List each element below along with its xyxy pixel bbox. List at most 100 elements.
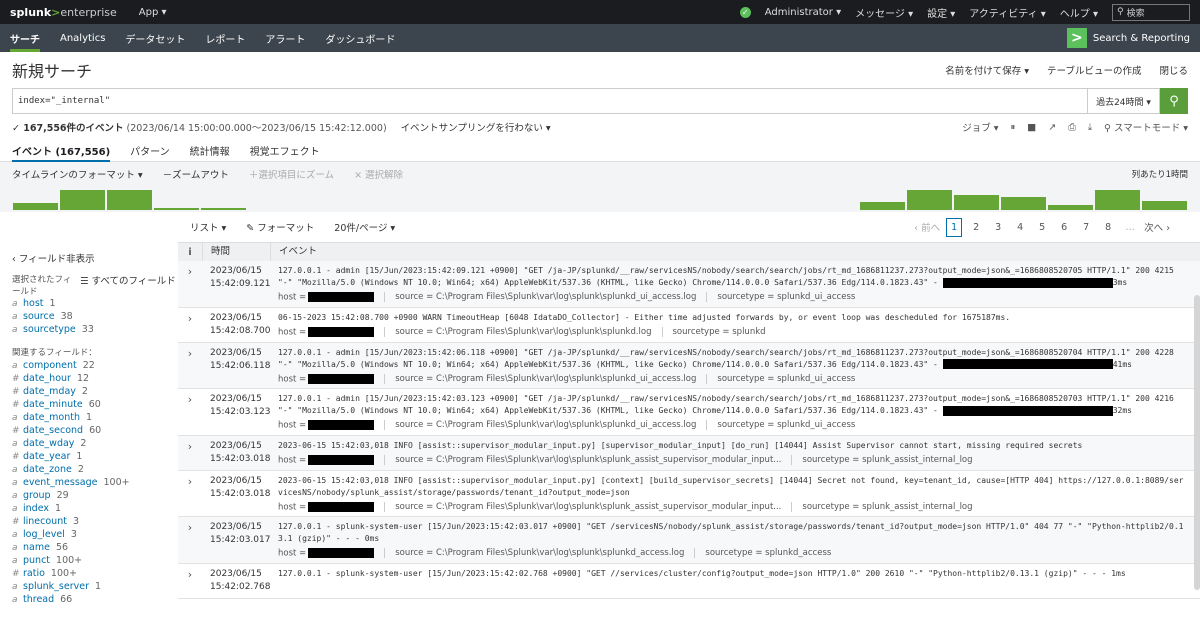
user-menu[interactable]: Administrator ▾	[765, 7, 841, 18]
timeline-bar[interactable]	[201, 208, 247, 210]
timeline-bar[interactable]	[859, 202, 905, 210]
global-search-input[interactable]: ⚲ 検索	[1112, 3, 1190, 21]
page-3[interactable]: 3	[990, 222, 1006, 233]
nav-datasets[interactable]: データセット	[125, 24, 185, 52]
sourcetype-field[interactable]: sourcetype = splunkd_ui_access	[717, 374, 855, 384]
pause-icon[interactable]: ⏸	[1010, 122, 1015, 133]
field-host[interactable]: a host 1	[12, 297, 178, 310]
field-ratio[interactable]: # ratio 100+	[12, 567, 178, 580]
field-date_wday[interactable]: a date_wday 2	[12, 437, 178, 450]
health-ok-icon[interactable]: ✓	[739, 6, 751, 18]
expand-chevron-icon[interactable]: ›	[178, 521, 202, 559]
scrollbar[interactable]	[1194, 295, 1200, 590]
expand-chevron-icon[interactable]: ›	[178, 347, 202, 385]
search-mode-dropdown[interactable]: ⚲ スマートモード ▾	[1104, 120, 1188, 134]
tab-patterns[interactable]: パターン	[130, 140, 170, 161]
create-table-button[interactable]: テーブルビューの作成	[1047, 63, 1141, 77]
expand-chevron-icon[interactable]: ›	[178, 393, 202, 431]
hide-fields-button[interactable]: ‹ フィールド非表示	[12, 244, 178, 271]
per-page-menu[interactable]: 20件/ページ ▾	[334, 220, 395, 234]
timeline-format-menu[interactable]: タイムラインのフォーマット ▾	[12, 167, 143, 181]
source-field[interactable]: source = C:\Program Files\Splunk\var\log…	[395, 548, 684, 558]
next-page-button[interactable]: 次へ ›	[1144, 220, 1170, 234]
field-date_zone[interactable]: a date_zone 2	[12, 463, 178, 476]
host-field[interactable]: host =	[278, 292, 375, 303]
nav-dashboards[interactable]: ダッシュボード	[325, 24, 395, 52]
field-date_month[interactable]: a date_month 1	[12, 411, 178, 424]
nav-alerts[interactable]: アラート	[265, 24, 305, 52]
page-2[interactable]: 2	[968, 222, 984, 233]
page-1[interactable]: 1	[946, 217, 963, 237]
messages-menu[interactable]: メッセージ ▾	[855, 5, 913, 20]
help-menu[interactable]: ヘルプ ▾	[1060, 5, 1098, 20]
print-icon[interactable]: ⎙	[1068, 122, 1076, 133]
timeline-bar[interactable]	[1094, 190, 1140, 210]
field-date_hour[interactable]: # date_hour 12	[12, 372, 178, 385]
close-button[interactable]: 閉じる	[1159, 63, 1188, 77]
expand-chevron-icon[interactable]: ›	[178, 265, 202, 303]
timeline-bar[interactable]	[60, 190, 106, 210]
field-linecount[interactable]: # linecount 3	[12, 515, 178, 528]
export-icon[interactable]: ⤓	[1088, 122, 1092, 133]
host-field[interactable]: host =	[278, 454, 375, 465]
activity-menu[interactable]: アクティビティ ▾	[969, 5, 1046, 20]
app-menu[interactable]: App ▾	[139, 7, 167, 18]
field-date_year[interactable]: # date_year 1	[12, 450, 178, 463]
timeline-chart[interactable]	[0, 186, 1200, 212]
host-field[interactable]: host =	[278, 548, 375, 559]
source-field[interactable]: source = C:\Program Files\Splunk\var\log…	[395, 502, 781, 512]
field-source[interactable]: a source 38	[12, 310, 178, 323]
page-4[interactable]: 4	[1012, 222, 1028, 233]
source-field[interactable]: source = C:\Program Files\Splunk\var\log…	[395, 374, 696, 384]
timeline-bar[interactable]	[1000, 197, 1046, 210]
nav-analytics[interactable]: Analytics	[60, 24, 105, 52]
expand-chevron-icon[interactable]: ›	[178, 475, 202, 513]
field-date_mday[interactable]: # date_mday 2	[12, 385, 178, 398]
source-field[interactable]: source = C:\Program Files\Splunk\var\log…	[395, 455, 781, 465]
timeline-bar[interactable]	[1141, 201, 1187, 210]
host-field[interactable]: host =	[278, 326, 375, 337]
field-splunk_server[interactable]: a splunk_server 1	[12, 580, 178, 593]
sourcetype-field[interactable]: sourcetype = splunkd_access	[705, 548, 831, 558]
save-as-button[interactable]: 名前を付けて保存 ▾	[945, 63, 1029, 77]
sourcetype-field[interactable]: sourcetype = splunkd_ui_access	[717, 420, 855, 430]
field-component[interactable]: a component 22	[12, 359, 178, 372]
nav-search[interactable]: サーチ	[10, 24, 40, 52]
deselect-button[interactable]: × 選択解除	[354, 167, 403, 181]
settings-menu[interactable]: 設定 ▾	[927, 5, 955, 20]
sampling-dropdown[interactable]: イベントサンプリングを行わない ▾	[401, 120, 551, 134]
timeline-bar[interactable]	[13, 203, 59, 210]
timeline-bar[interactable]	[154, 207, 200, 210]
app-brand[interactable]: > Search & Reporting	[1066, 28, 1190, 48]
time-range-picker[interactable]: 過去24時間 ▾	[1088, 88, 1160, 114]
field-name[interactable]: a name 56	[12, 541, 178, 554]
field-event_message[interactable]: a event_message 100+	[12, 476, 178, 489]
job-menu[interactable]: ジョブ ▾	[962, 120, 998, 134]
field-log_level[interactable]: a log_level 3	[12, 528, 178, 541]
stop-icon[interactable]: ■	[1027, 122, 1036, 133]
tab-statistics[interactable]: 統計情報	[190, 140, 230, 161]
timeline-bar[interactable]	[906, 190, 952, 210]
field-date_second[interactable]: # date_second 60	[12, 424, 178, 437]
timeline-bar[interactable]	[107, 190, 153, 210]
prev-page-button[interactable]: ‹ 前へ	[914, 220, 940, 234]
page-6[interactable]: 6	[1056, 222, 1072, 233]
field-date_minute[interactable]: # date_minute 60	[12, 398, 178, 411]
splunk-logo[interactable]: splunk>enterprise	[10, 6, 117, 19]
search-button[interactable]: ⚲	[1160, 88, 1188, 114]
timeline-bar[interactable]	[1047, 205, 1093, 210]
field-index[interactable]: a index 1	[12, 502, 178, 515]
zoom-out-button[interactable]: －ズームアウト	[163, 167, 229, 181]
format-menu[interactable]: ✎ フォーマット	[246, 220, 314, 234]
expand-chevron-icon[interactable]: ›	[178, 568, 202, 594]
list-view-menu[interactable]: リスト ▾	[190, 220, 226, 234]
tab-visualization[interactable]: 視覚エフェクト	[250, 140, 320, 161]
timeline-bar[interactable]	[953, 195, 999, 210]
nav-reports[interactable]: レポート	[205, 24, 245, 52]
field-thread[interactable]: a thread 66	[12, 593, 178, 606]
sourcetype-field[interactable]: sourcetype = splunk_assist_internal_log	[802, 455, 972, 465]
sourcetype-field[interactable]: sourcetype = splunkd_ui_access	[717, 292, 855, 302]
page-7[interactable]: 7	[1078, 222, 1094, 233]
sourcetype-field[interactable]: sourcetype = splunkd	[673, 327, 766, 337]
time-column-header[interactable]: 時間	[202, 243, 270, 261]
